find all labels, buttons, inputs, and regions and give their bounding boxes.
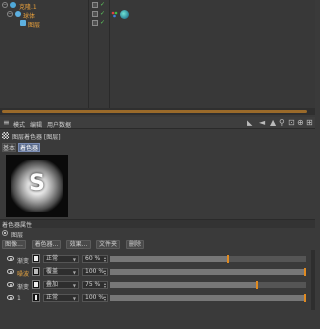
tag-icon[interactable]: [111, 11, 118, 18]
back-arrow-icon[interactable]: ◄: [259, 119, 265, 127]
layer-thumbnail[interactable]: [32, 280, 40, 289]
layer-row[interactable]: 渐变 叠加 ▼ 75 % ▴ ▾: [0, 280, 315, 292]
layer-name: 噪波: [17, 271, 30, 278]
opacity-field[interactable]: 60 % ▴ ▾: [82, 255, 108, 263]
opacity-slider[interactable]: [110, 281, 306, 289]
menu-icon[interactable]: ≡: [3, 119, 10, 127]
layer-name: 渐变: [17, 258, 30, 265]
layers-radio[interactable]: [2, 230, 8, 236]
sphere-icon: [15, 11, 21, 17]
empty-panel-area: [0, 312, 315, 329]
attribute-menubar: ≡ 模式 编辑 用户数据 ◣ ◄ ▲ ⚲ ⊡ ⊕ ⊞: [0, 117, 315, 129]
visibility-checkbox[interactable]: [92, 11, 98, 17]
opacity-field[interactable]: 100 % ▴ ▾: [82, 268, 108, 276]
enabled-check-icon[interactable]: ✓: [100, 11, 105, 17]
layer-thumbnail[interactable]: [32, 254, 40, 263]
lock-icon[interactable]: ⊡: [288, 119, 295, 127]
eye-icon[interactable]: [7, 295, 14, 300]
opacity-slider[interactable]: [110, 255, 306, 263]
new-panel-icon[interactable]: ⊞: [306, 119, 313, 127]
blend-mode-select[interactable]: 正常 ▼: [43, 255, 79, 263]
eye-icon[interactable]: [7, 256, 14, 261]
object-row-layer[interactable]: 图层 ✓: [0, 19, 315, 29]
tab-shader[interactable]: 着色器: [18, 143, 40, 152]
image-button[interactable]: 图像...: [2, 240, 26, 249]
effect-button[interactable]: 效果...: [66, 240, 91, 249]
layer-name: 渐变: [17, 284, 30, 291]
eye-icon[interactable]: [7, 282, 14, 287]
layer-name: 1: [17, 295, 21, 302]
visibility-checkbox[interactable]: [92, 2, 98, 8]
blend-mode-select[interactable]: 正常 ▼: [43, 294, 79, 302]
opacity-slider[interactable]: [110, 268, 306, 276]
preview-letter: S: [29, 171, 45, 196]
visibility-checkbox[interactable]: [92, 20, 98, 26]
collapse-icon[interactable]: −: [7, 11, 13, 17]
cursor-arrow-icon[interactable]: ◣: [247, 119, 252, 127]
layer-row[interactable]: 1 正常 ▼ 100 % ▴ ▾: [0, 293, 315, 305]
object-name[interactable]: 图层: [28, 20, 40, 29]
tab-basic[interactable]: 基本: [2, 143, 16, 152]
vertical-scrollbar[interactable]: [311, 250, 315, 310]
layer-row[interactable]: 噪波 覆盖 ▼ 100 % ▴ ▾: [0, 267, 315, 279]
shader-button[interactable]: 着色器...: [32, 240, 61, 249]
menu-user-data[interactable]: 用户数据: [47, 120, 71, 129]
collapse-icon[interactable]: −: [2, 2, 8, 8]
opacity-slider[interactable]: [110, 294, 306, 302]
layer-row[interactable]: 渐变 正常 ▼ 60 % ▴ ▾: [0, 254, 315, 266]
eye-icon[interactable]: [7, 269, 14, 274]
object-icon: [20, 20, 26, 26]
opacity-field[interactable]: 100 % ▴ ▾: [82, 294, 108, 302]
layer-thumbnail[interactable]: [32, 267, 40, 276]
opacity-field[interactable]: 75 % ▴ ▾: [82, 281, 108, 289]
menu-mode[interactable]: 模式: [13, 120, 25, 129]
enabled-check-icon[interactable]: ✓: [100, 2, 105, 8]
menu-edit[interactable]: 编辑: [30, 120, 42, 129]
section-title: 着色器属性: [2, 222, 33, 229]
link-icon[interactable]: ⊕: [297, 119, 304, 127]
enabled-check-icon[interactable]: ✓: [100, 20, 105, 26]
layer-thumbnail[interactable]: [32, 293, 40, 302]
up-arrow-icon[interactable]: ▲: [270, 119, 276, 127]
scrollbar-thumb[interactable]: [2, 110, 307, 113]
object-row-sphere[interactable]: − 球体 ✓: [0, 10, 315, 20]
attribute-title: 图层着色器 [图层]: [12, 134, 61, 141]
section-header: [0, 219, 315, 228]
delete-button[interactable]: 删除: [126, 240, 144, 249]
layers-label: 图层: [11, 232, 24, 239]
folder-button[interactable]: 文件夹: [96, 240, 120, 249]
blend-mode-select[interactable]: 覆盖 ▼: [43, 268, 79, 276]
object-row-clone[interactable]: − 克隆.1 ✓: [0, 1, 315, 11]
search-icon[interactable]: ⚲: [279, 119, 285, 127]
cloner-icon: [10, 2, 16, 8]
layer-shader-icon: [2, 132, 9, 139]
material-tag-icon[interactable]: [120, 10, 129, 19]
blend-mode-select[interactable]: 叠加 ▼: [43, 281, 79, 289]
